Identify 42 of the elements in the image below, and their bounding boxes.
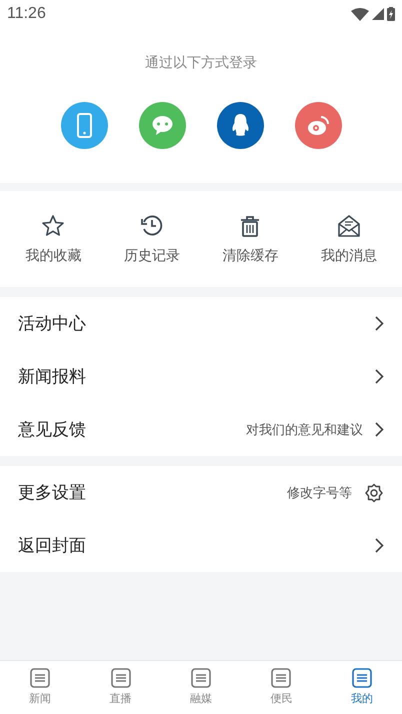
menu-label: 更多设置 xyxy=(18,482,86,504)
menu-hint: 对我们的意见和建议 xyxy=(246,420,363,439)
weibo-login-icon[interactable] xyxy=(294,102,342,149)
menu-row[interactable]: 意见反馈 对我们的意见和建议 xyxy=(0,403,402,456)
tab[interactable]: 直播 xyxy=(80,661,161,714)
menu-label: 新闻报料 xyxy=(18,366,86,388)
tab[interactable]: 我的 xyxy=(322,661,402,714)
chevron-right-icon xyxy=(375,369,384,384)
menu-label: 返回封面 xyxy=(18,534,86,557)
tab-icon xyxy=(110,667,132,690)
settings-icon xyxy=(364,482,384,502)
tab-icon xyxy=(350,667,373,690)
tab-icon xyxy=(190,667,212,690)
chevron-right-icon xyxy=(375,538,384,553)
chevron-right-icon xyxy=(375,316,384,331)
chevron-right-icon xyxy=(375,422,384,437)
mail-icon xyxy=(336,213,362,239)
tab-icon xyxy=(270,667,292,690)
shortcut-button[interactable]: 我的收藏 xyxy=(4,213,102,265)
menu-label: 活动中心 xyxy=(18,312,86,335)
battery-icon xyxy=(387,7,395,21)
wechat-login-icon[interactable] xyxy=(138,102,186,149)
menu-row[interactable]: 新闻报料 xyxy=(0,350,402,403)
star-icon xyxy=(40,213,66,239)
menu-row[interactable]: 更多设置 修改字号等 xyxy=(0,466,402,519)
signal-icon xyxy=(372,8,384,20)
menu-hint: 修改字号等 xyxy=(287,484,352,502)
phone-login-icon[interactable] xyxy=(60,102,108,149)
menu-row[interactable]: 返回封面 xyxy=(0,519,402,572)
tab-icon xyxy=(29,667,52,690)
shortcut-button[interactable]: 历史记录 xyxy=(102,213,201,265)
tab[interactable]: 新闻 xyxy=(0,661,80,714)
login-title: 通过以下方式登录 xyxy=(145,53,257,72)
tab[interactable]: 便民 xyxy=(241,661,322,714)
shortcut-button[interactable]: 我的消息 xyxy=(300,213,398,265)
menu-row[interactable]: 活动中心 xyxy=(0,297,402,350)
status-time: 11:26 xyxy=(7,4,46,24)
qq-login-icon[interactable] xyxy=(216,102,264,149)
wifi-icon xyxy=(351,8,369,20)
shortcut-button[interactable]: 清除缓存 xyxy=(201,213,300,265)
menu-label: 意见反馈 xyxy=(18,418,86,441)
tab[interactable]: 融媒 xyxy=(160,661,242,714)
